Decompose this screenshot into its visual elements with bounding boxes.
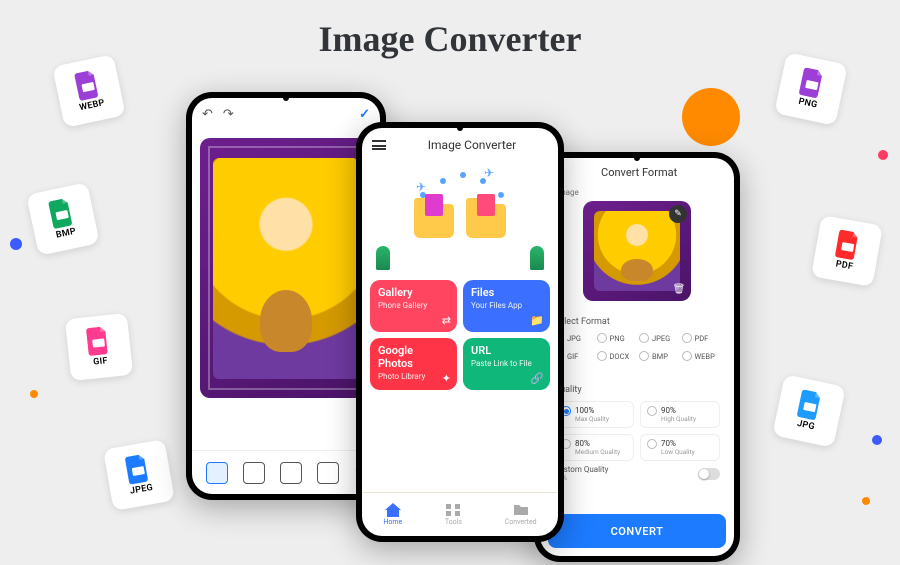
photos-icon: ✦ (442, 372, 451, 385)
page-title: Image Converter (319, 18, 582, 60)
image-preview[interactable] (200, 138, 372, 398)
custom-quality-toggle[interactable] (698, 468, 720, 480)
format-option-webp[interactable]: WEBP (682, 351, 721, 361)
confirm-button[interactable]: ✓ (359, 107, 370, 122)
radio-icon (647, 439, 657, 449)
gallery-icon: ⇄ (442, 314, 451, 327)
phone-convert: ‹ Convert Format 1 Image ✎ 🗑 Select Form… (534, 152, 740, 562)
gallery-tile[interactable]: Gallery Phone Gallery ⇄ (370, 280, 457, 332)
menu-icon[interactable] (372, 140, 386, 150)
file-icon (834, 229, 862, 261)
format-option-jpeg[interactable]: JPEG (639, 333, 678, 343)
crop-portrait-tool[interactable] (317, 462, 339, 484)
format-card-bmp: BMP (26, 182, 100, 256)
quality-section: Quality 100%Max Quality90%High Quality80… (546, 377, 728, 490)
format-card-jpeg: JPEG (103, 439, 175, 511)
edit-icon[interactable]: ✎ (669, 205, 687, 223)
undo-icon[interactable]: ↶ (202, 107, 213, 122)
crop-free-tool[interactable] (206, 462, 228, 484)
format-card-png: PNG (774, 52, 848, 126)
screen-title: Convert Format (554, 166, 724, 179)
format-card-jpg: JPG (772, 374, 846, 448)
accent-dot (30, 390, 38, 398)
nav-converted[interactable]: Converted (505, 503, 537, 526)
format-option-bmp[interactable]: BMP (639, 351, 678, 361)
format-option-png[interactable]: PNG (597, 333, 636, 343)
home-icon (385, 503, 401, 517)
image-count: 1 Image (540, 186, 734, 201)
accent-dot (872, 435, 882, 445)
folder-icon (513, 503, 529, 517)
hero-illustration: ✈ ✈ (370, 162, 550, 280)
file-icon (796, 389, 825, 421)
google-photos-tile[interactable]: Google Photos Photo Library ✦ (370, 338, 457, 390)
phone-home: Image Converter ✈ ✈ Gallery Phone Galler… (356, 122, 564, 542)
accent-dot (878, 150, 888, 160)
format-section: Select Format JPGPNGJPEGPDFGIFDOCXBMPWEB… (546, 309, 728, 369)
file-icon (47, 197, 76, 229)
format-card-pdf: PDF (811, 215, 883, 287)
accent-dot (10, 238, 22, 250)
accent-dot (682, 88, 740, 146)
radio-icon (639, 333, 649, 343)
file-icon (798, 67, 827, 99)
radio-icon (682, 333, 692, 343)
radio-icon (639, 351, 649, 361)
format-option-docx[interactable]: DOCX (597, 351, 636, 361)
url-tile[interactable]: URL Paste Link to File 🔗 (463, 338, 550, 390)
character-image (213, 158, 359, 379)
radio-icon (597, 351, 607, 361)
file-icon (124, 453, 152, 485)
quality-option[interactable]: 100%Max Quality (554, 401, 634, 428)
redo-icon[interactable]: ↷ (223, 107, 234, 122)
file-icon (85, 326, 112, 356)
link-icon: 🔗 (530, 372, 544, 385)
plane-icon: ✈ (416, 180, 426, 194)
app-title: Image Converter (396, 138, 548, 152)
convert-button[interactable]: CONVERT (548, 514, 726, 548)
accent-dot (862, 497, 870, 505)
grid-icon (445, 503, 461, 517)
quality-option[interactable]: 80%Medium Quality (554, 434, 634, 461)
crop-square-tool[interactable] (243, 462, 265, 484)
radio-icon (597, 333, 607, 343)
nav-home[interactable]: Home (383, 503, 402, 526)
quality-option[interactable]: 70%Low Quality (640, 434, 720, 461)
crop-wide-tool[interactable] (280, 462, 302, 484)
plane-icon: ✈ (484, 166, 494, 180)
radio-icon (682, 351, 692, 361)
radio-icon (647, 406, 657, 416)
format-option-pdf[interactable]: PDF (682, 333, 721, 343)
quality-option[interactable]: 90%High Quality (640, 401, 720, 428)
toolbar: ✎ (192, 450, 380, 494)
delete-icon[interactable]: 🗑 (671, 281, 687, 297)
files-tile[interactable]: Files Your Files App 📁 (463, 280, 550, 332)
image-thumbnail[interactable]: ✎ 🗑 (583, 201, 691, 301)
nav-tools[interactable]: Tools (445, 503, 462, 526)
folder-icon: 📁 (530, 314, 544, 327)
format-card-webp: WEBP (52, 54, 126, 128)
format-card-gif: GIF (65, 313, 133, 381)
file-icon (73, 69, 102, 101)
